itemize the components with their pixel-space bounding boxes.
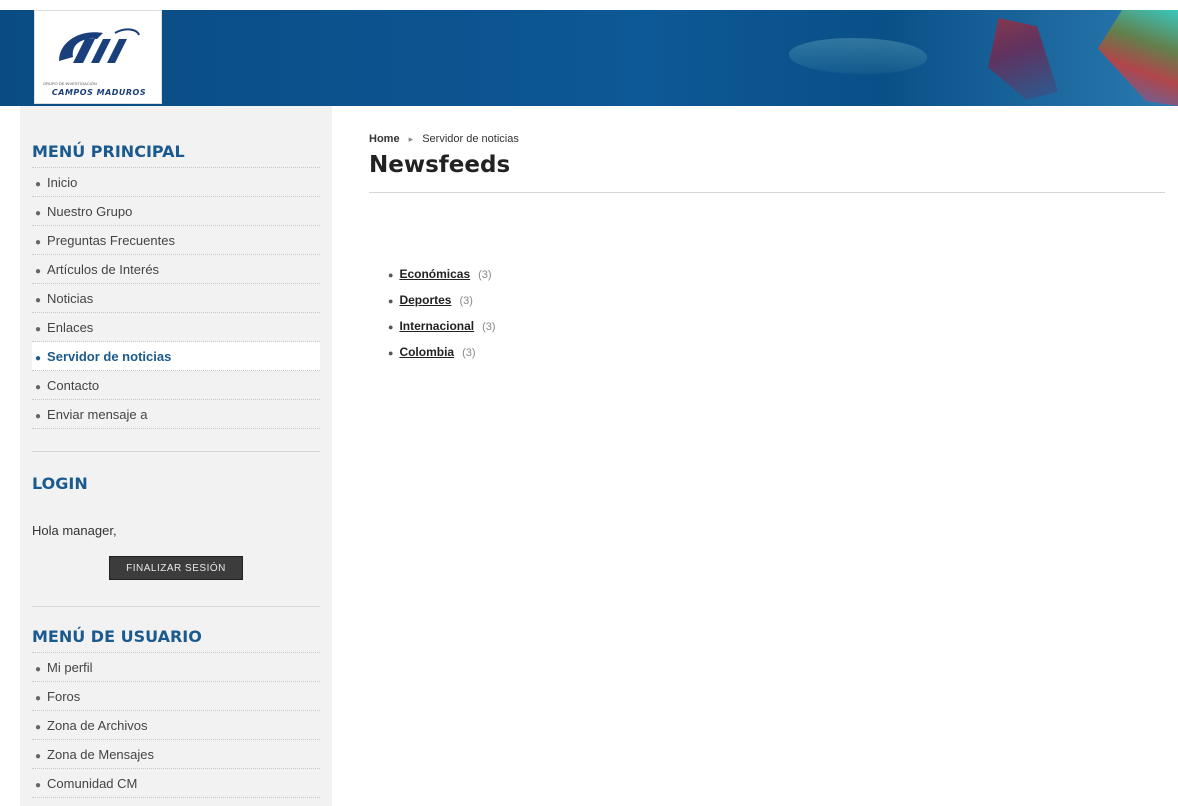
menu-item-enviar-mensaje[interactable]: ● Enviar mensaje a [32,400,320,429]
banner-graphic [781,38,935,74]
bullet-icon: ● [388,270,394,280]
feed-count: (3) [459,295,473,307]
feed-link-deportes[interactable]: Deportes [399,293,451,307]
menu-item-label: Contacto [47,378,100,393]
menu-item-articulos[interactable]: ● Artículos de Interés [32,255,320,284]
bullet-icon: ● [35,353,42,364]
menu-item-label: Noticias [47,291,94,306]
banner-graphic [1098,10,1178,106]
bullet-icon: ● [35,179,42,190]
menu-item-label: Zona de Mensajes [47,747,154,762]
bullet-icon: ● [35,751,42,762]
list-item: ● Económicas (3) [388,265,496,283]
list-item: ● Colombia (3) [388,343,496,361]
user-menu: ● Mi perfil ● Foros ● Zona de Archivos ● Zon… [32,653,320,798]
menu-item-label: Enlaces [47,320,94,335]
chevron-right-icon: ▸ [408,134,414,144]
feed-link-economicas[interactable]: Económicas [399,267,470,281]
feed-count: (3) [478,269,492,281]
bullet-icon: ● [35,237,42,248]
login-heading: LOGIN [32,474,88,493]
bullet-icon: ● [35,780,42,791]
menu-item-label: Nuestro Grupo [47,204,133,219]
bullet-icon: ● [35,664,42,675]
bullet-icon: ● [35,693,42,704]
bullet-icon: ● [388,348,394,358]
newsfeed-list: ● Económicas (3) ● Deportes (3) ● Internacion… [388,265,496,369]
sidebar-divider [32,451,320,452]
bullet-icon: ● [35,382,42,393]
list-item: ● Deportes (3) [388,291,496,309]
main-menu-heading: MENÚ PRINCIPAL [32,142,320,168]
menu-item-nuestro-grupo[interactable]: ● Nuestro Grupo [32,197,320,226]
header-banner [0,10,1178,106]
banner-graphic [988,18,1058,100]
logo-mark-icon [59,28,140,63]
feed-count: (3) [462,347,476,359]
menu-item-label: Preguntas Frecuentes [47,233,175,248]
sidebar-divider [32,606,320,607]
list-item: ● Internacional (3) [388,317,496,335]
menu-item-foros[interactable]: ● Foros [32,682,320,711]
bullet-icon: ● [388,296,394,306]
menu-item-label: Enviar mensaje a [47,407,148,422]
menu-item-label: Artículos de Interés [47,262,160,277]
breadcrumb: Home ▸ Servidor de noticias [369,133,519,145]
title-divider [369,192,1165,193]
logo-subtitle: GRUPO DE INVESTIGACIÓN [43,81,97,86]
menu-item-label: Mi perfil [47,660,93,675]
logout-button[interactable]: FINALIZAR SESIÓN [109,556,243,580]
menu-item-inicio[interactable]: ● Inicio [32,168,320,197]
menu-item-noticias[interactable]: ● Noticias [32,284,320,313]
menu-item-preguntas-frecuentes[interactable]: ● Preguntas Frecuentes [32,226,320,255]
menu-item-contacto[interactable]: ● Contacto [32,371,320,400]
menu-item-enlaces[interactable]: ● Enlaces [32,313,320,342]
menu-item-label: Zona de Archivos [47,718,148,733]
bullet-icon: ● [35,295,42,306]
bullet-icon: ● [388,322,394,332]
sidebar: MENÚ PRINCIPAL ● Inicio ● Nuestro Grupo ● P… [20,106,332,806]
user-menu-heading: MENÚ DE USUARIO [32,627,320,653]
menu-item-servidor-de-noticias[interactable]: ● Servidor de noticias [32,342,320,371]
menu-item-zona-archivos[interactable]: ● Zona de Archivos [32,711,320,740]
site-logo[interactable]: GRUPO DE INVESTIGACIÓN CAMPOS MADUROS [34,10,162,104]
breadcrumb-home-link[interactable]: Home [369,133,400,145]
feed-count: (3) [482,321,496,333]
bullet-icon: ● [35,208,42,219]
menu-item-label: Inicio [47,175,78,190]
logo-text: CAMPOS MADUROS [51,88,147,97]
login-greeting: Hola manager, [32,523,117,538]
menu-item-mi-perfil[interactable]: ● Mi perfil [32,653,320,682]
bullet-icon: ● [35,411,42,422]
menu-item-comunidad-cm[interactable]: ● Comunidad CM [32,769,320,798]
menu-item-zona-mensajes[interactable]: ● Zona de Mensajes [32,740,320,769]
bullet-icon: ● [35,324,42,335]
feed-link-internacional[interactable]: Internacional [399,319,474,333]
menu-item-label: Foros [47,689,81,704]
feed-link-colombia[interactable]: Colombia [399,345,454,359]
menu-item-label: Comunidad CM [47,776,138,791]
page-title: Newsfeeds [369,152,511,178]
bullet-icon: ● [35,722,42,733]
bullet-icon: ● [35,266,42,277]
breadcrumb-current: Servidor de noticias [422,133,519,145]
main-menu: ● Inicio ● Nuestro Grupo ● Preguntas Frecue… [32,168,320,429]
menu-item-label: Servidor de noticias [47,349,172,364]
